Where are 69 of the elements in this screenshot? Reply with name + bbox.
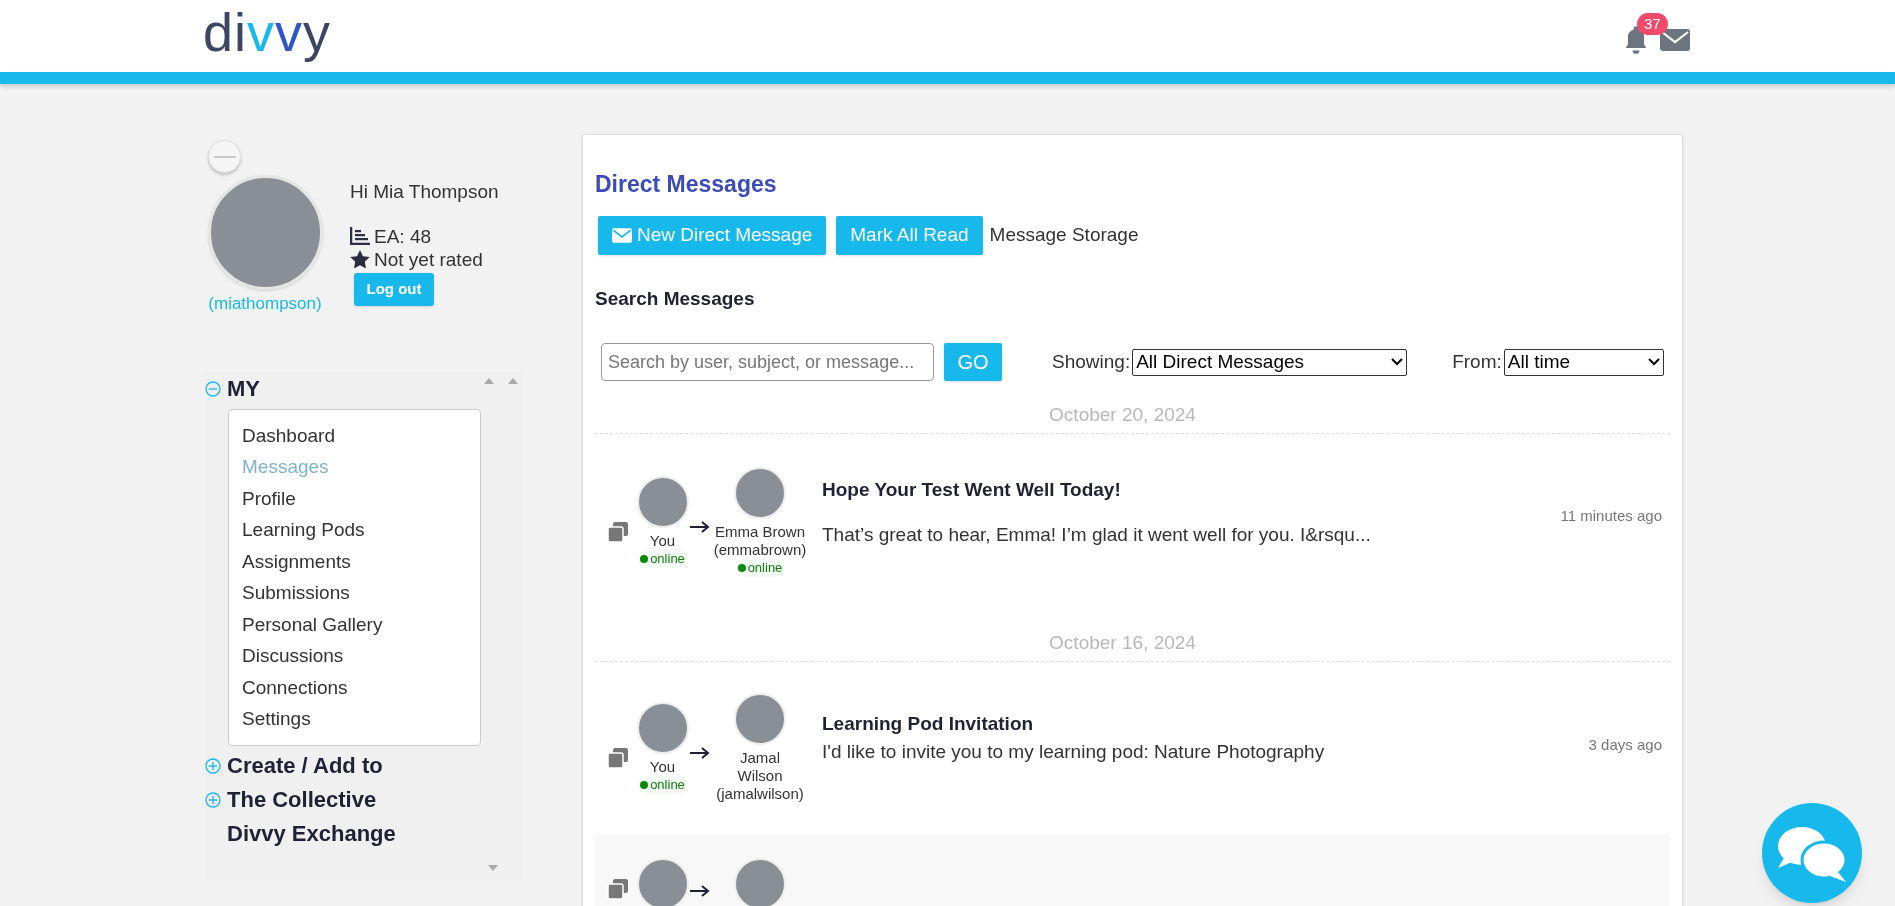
sidebar-item[interactable]: Submissions (242, 577, 467, 609)
section-heading[interactable]: Divvy Exchange (227, 817, 396, 850)
section-heading[interactable]: MY (227, 372, 260, 405)
notification-badge: 37 (1637, 13, 1668, 35)
filter-dropdown[interactable]: All time (1503, 348, 1664, 376)
message-preview: I'd like to invite you to my learning pod: Nature Photography (822, 740, 1326, 764)
chevron-down-icon (1647, 358, 1660, 366)
expand-icon[interactable] (205, 791, 221, 808)
person-name: You (649, 531, 676, 550)
ea-score-text: EA: 48 (374, 224, 432, 248)
expand-icon[interactable] (205, 757, 221, 774)
bar-chart-icon (350, 227, 370, 245)
sidebar-item[interactable]: Connections (242, 671, 467, 703)
online-status: online (735, 558, 785, 577)
sidebar-item[interactable]: Dashboard (242, 419, 467, 451)
section-heading[interactable]: Create / Add to (227, 749, 383, 782)
person-username: (jamalwilson) (716, 785, 804, 803)
arrow-right-icon (690, 520, 710, 533)
sidebar-item[interactable]: Personal Gallery (242, 608, 467, 640)
sidebar-item[interactable]: Learning Pods (242, 514, 467, 546)
search-heading: Search Messages (595, 286, 756, 311)
filter-dropdown[interactable]: All Direct Messages (1132, 348, 1408, 376)
avatar-photo-placeholder (734, 693, 786, 745)
online-status: online (638, 549, 687, 568)
sidebar-item[interactable]: Assignments (242, 545, 467, 577)
arrow-right-icon (690, 747, 710, 759)
scroll-down-icon[interactable] (488, 864, 498, 871)
collapse-icon[interactable] (205, 380, 221, 397)
copies-icon (607, 520, 629, 543)
rating-text: Not yet rated (374, 247, 483, 271)
sidebar-item[interactable]: Profile (242, 482, 467, 514)
online-dot-icon (640, 781, 649, 789)
filter-label: From: (1452, 349, 1502, 374)
message-time: 3 days ago (1588, 734, 1662, 755)
mail-icon[interactable] (1660, 29, 1690, 51)
chevron-down-icon (1391, 358, 1404, 366)
avatar-photo-placeholder (734, 858, 786, 906)
page-title: Direct Messages (595, 170, 778, 199)
online-dot-icon (737, 563, 746, 572)
collapse-button[interactable] (208, 140, 241, 173)
divvy-logo[interactable]: divvy (203, 5, 332, 67)
online-status: online (638, 776, 687, 794)
search-field[interactable]: Search by user, subject, or message... (601, 343, 934, 381)
minus-icon (213, 155, 236, 158)
arrow-right-icon (690, 885, 710, 897)
section-heading[interactable]: The Collective (227, 783, 377, 816)
message-preview: That’s great to hear, Emma! I’m glad it went well for you. I&rsqu... (822, 522, 1372, 547)
online-dot-icon (640, 554, 649, 563)
person-username: (emmabrown) (713, 540, 807, 559)
person-name: Jamal Wilson (736, 749, 784, 785)
star-icon (350, 249, 370, 269)
date-separator: October 20, 2024 (1048, 403, 1197, 427)
person-name: You (649, 758, 676, 776)
scroll-up-icon[interactable] (508, 377, 518, 384)
mail-icon (612, 227, 632, 243)
message-subject[interactable]: Learning Pod Invitation (822, 709, 1589, 738)
scroll-up-icon[interactable] (484, 377, 494, 384)
copies-icon (607, 878, 629, 900)
person-name: Emma Brown (715, 522, 805, 541)
message-time: 11 minutes ago (1560, 506, 1662, 527)
message-subject[interactable]: Hope Your Test Went Well Today! (822, 476, 1561, 505)
storage-link[interactable]: Message Storage (989, 220, 1139, 250)
sidebar-item[interactable]: Discussions (242, 640, 467, 672)
sidebar-item[interactable]: Settings (242, 703, 467, 735)
copies-icon (607, 747, 629, 769)
filter-label: Showing: (1052, 349, 1131, 374)
date-separator: October 16, 2024 (1048, 631, 1197, 655)
avatar-photo-placeholder (734, 466, 786, 519)
greeting-text: Hi Mia Thompson (350, 180, 499, 204)
